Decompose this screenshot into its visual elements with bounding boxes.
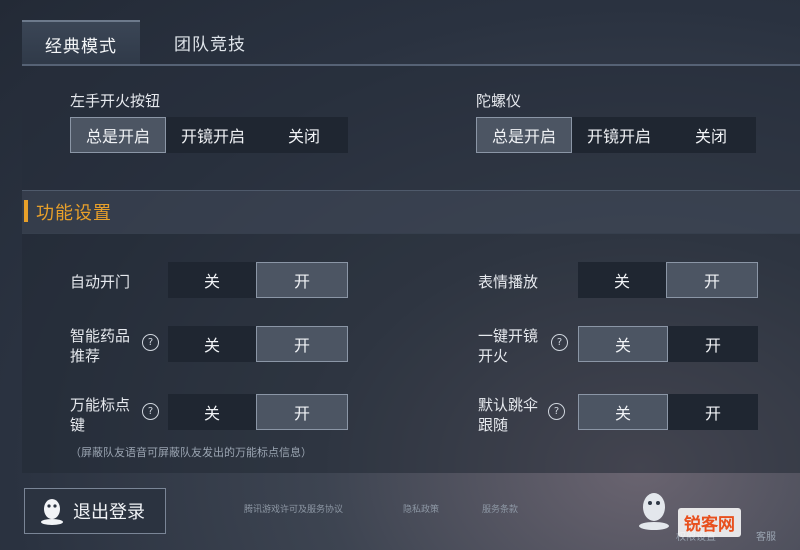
section-header: 功能设置 — [22, 190, 800, 234]
marker-label-line1: 万能标点 — [70, 396, 131, 414]
tab-bar: 经典模式 团队竞技 — [0, 0, 800, 66]
smart-med-label-line2: 推荐 — [70, 347, 101, 365]
auto-door-toggle: 关 开 — [168, 262, 348, 298]
qq-penguin-icon — [41, 499, 63, 525]
one-key-help-icon[interactable]: ? — [551, 334, 568, 351]
left-fire-segmented: 总是开启 开镜开启 关闭 — [70, 117, 348, 153]
smart-med-off[interactable]: 关 — [168, 326, 256, 362]
left-fire-scope-on[interactable]: 开镜开启 — [166, 117, 260, 153]
follow-toggle: 关 开 — [578, 394, 758, 430]
footer-link-privacy[interactable]: 隐私政策 — [403, 502, 439, 515]
watermark-logo: 锐客网 — [678, 508, 741, 537]
smart-med-help-icon[interactable]: ? — [142, 334, 159, 351]
marker-help-icon[interactable]: ? — [142, 403, 159, 420]
marker-label: 万能标点 键 — [70, 395, 130, 435]
emote-toggle: 关 开 — [578, 262, 758, 298]
follow-label: 默认跳伞 跟随 — [478, 395, 538, 435]
gyro-off[interactable]: 关闭 — [666, 117, 756, 153]
section-accent-bar — [24, 200, 28, 222]
marker-toggle: 关 开 — [168, 394, 348, 430]
emote-on[interactable]: 开 — [666, 262, 758, 298]
follow-on[interactable]: 开 — [668, 394, 758, 430]
marker-on[interactable]: 开 — [256, 394, 348, 430]
auto-door-off[interactable]: 关 — [168, 262, 256, 298]
one-key-off[interactable]: 关 — [578, 326, 668, 362]
follow-help-icon[interactable]: ? — [548, 403, 565, 420]
follow-off[interactable]: 关 — [578, 394, 668, 430]
follow-label-line2: 跟随 — [478, 416, 509, 434]
smart-med-label-line1: 智能药品 — [70, 327, 131, 345]
one-key-toggle: 关 开 — [578, 326, 758, 362]
gyro-label: 陀螺仪 — [476, 92, 522, 110]
footer-link-terms[interactable]: 服务条款 — [482, 502, 518, 515]
left-fire-off[interactable]: 关闭 — [260, 117, 348, 153]
emote-off[interactable]: 关 — [578, 262, 666, 298]
left-fire-always-on[interactable]: 总是开启 — [70, 117, 166, 153]
one-key-label: 一键开镜 开火 — [478, 326, 538, 366]
auto-door-label: 自动开门 — [70, 273, 131, 291]
marker-off[interactable]: 关 — [168, 394, 256, 430]
logout-label: 退出登录 — [73, 502, 145, 523]
smart-med-label: 智能药品 推荐 — [70, 326, 130, 366]
tab-classic-mode[interactable]: 经典模式 — [22, 20, 140, 66]
marker-label-line2: 键 — [70, 416, 86, 434]
footer-customer-service[interactable]: 客服 — [756, 528, 776, 543]
qq-logo-icon — [639, 493, 669, 530]
smart-med-toggle: 关 开 — [168, 326, 348, 362]
left-fire-label: 左手开火按钮 — [70, 92, 161, 110]
section-title: 功能设置 — [36, 203, 112, 224]
tab-team-deathmatch[interactable]: 团队竞技 — [150, 20, 270, 64]
follow-label-line1: 默认跳伞 — [478, 396, 539, 414]
logout-button[interactable]: 退出登录 — [24, 488, 166, 534]
one-key-label-line2: 开火 — [478, 347, 509, 365]
gyro-segmented: 总是开启 开镜开启 关闭 — [476, 117, 756, 153]
gyro-always-on[interactable]: 总是开启 — [476, 117, 572, 153]
marker-note: （屏蔽队友语音可屏蔽队友发出的万能标点信息） — [70, 446, 312, 459]
auto-door-on[interactable]: 开 — [256, 262, 348, 298]
smart-med-on[interactable]: 开 — [256, 326, 348, 362]
one-key-on[interactable]: 开 — [668, 326, 758, 362]
one-key-label-line1: 一键开镜 — [478, 327, 539, 345]
gyro-scope-on[interactable]: 开镜开启 — [572, 117, 666, 153]
footer-link-license[interactable]: 腾讯游戏许可及服务协议 — [244, 502, 343, 515]
watermark-brand: 锐客网 — [684, 515, 735, 535]
emote-label: 表情播放 — [478, 273, 539, 291]
